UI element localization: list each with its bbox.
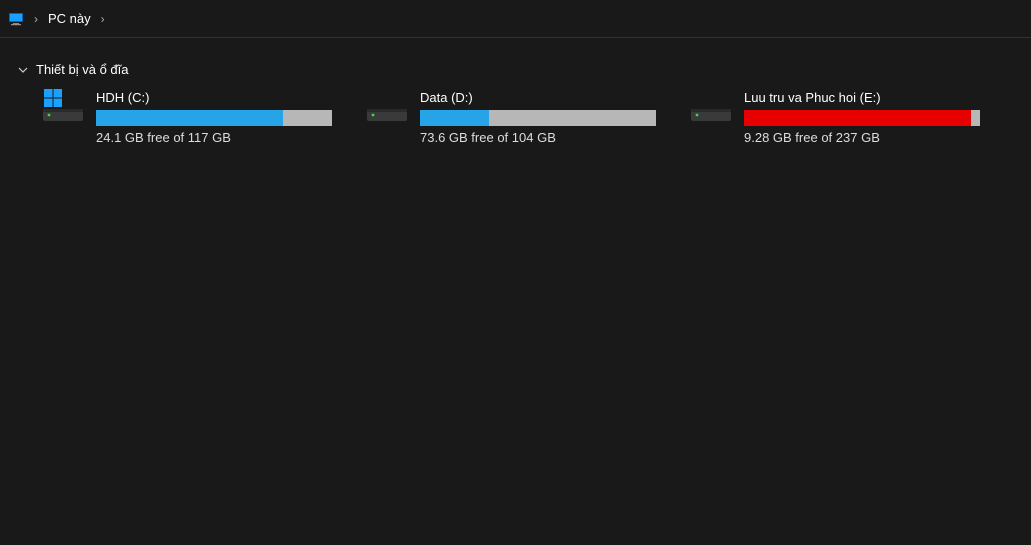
drive-item-c[interactable]: HDH (C:) 24.1 GB free of 117 GB <box>38 87 338 147</box>
drive-usage-bar <box>744 110 980 126</box>
drive-item-d[interactable]: Data (D:) 73.6 GB free of 104 GB <box>362 87 662 147</box>
chevron-down-icon <box>18 65 30 75</box>
drives-list: HDH (C:) 24.1 GB free of 117 GB Data (D:… <box>0 87 1031 147</box>
chevron-right-icon[interactable]: › <box>99 12 107 26</box>
drive-icon <box>364 89 410 145</box>
section-title: Thiết bị và ổ đĩa <box>36 62 129 77</box>
drive-name: Data (D:) <box>420 90 660 106</box>
this-pc-icon <box>8 11 24 27</box>
drive-free-text: 73.6 GB free of 104 GB <box>420 130 660 145</box>
drive-name: Luu tru va Phuc hoi (E:) <box>744 90 984 106</box>
drive-free-text: 9.28 GB free of 237 GB <box>744 130 984 145</box>
drive-item-e[interactable]: Luu tru va Phuc hoi (E:) 9.28 GB free of… <box>686 87 986 147</box>
breadcrumb[interactable]: › PC này › <box>0 0 1031 38</box>
chevron-right-icon: › <box>32 12 40 26</box>
drive-usage-bar <box>96 110 332 126</box>
breadcrumb-current[interactable]: PC này <box>48 11 91 26</box>
drive-icon <box>688 89 734 145</box>
drive-name: HDH (C:) <box>96 90 336 106</box>
drive-icon <box>40 89 86 145</box>
drive-usage-bar <box>420 110 656 126</box>
drive-free-text: 24.1 GB free of 117 GB <box>96 130 336 145</box>
section-header[interactable]: Thiết bị và ổ đĩa <box>0 38 1031 87</box>
